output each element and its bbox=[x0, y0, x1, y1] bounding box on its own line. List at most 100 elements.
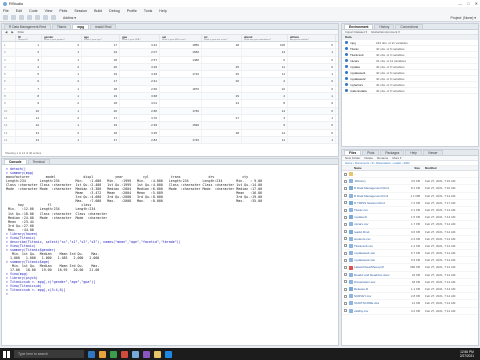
column-header[interactable]: age What is your age? bbox=[82, 35, 120, 41]
table-row[interactable]: 13 13 2 18 3.35 28 14 0 bbox=[2, 129, 338, 137]
dataset-icon[interactable] bbox=[345, 71, 348, 74]
taskbar-app-icon[interactable] bbox=[143, 350, 150, 358]
dataset-icon[interactable] bbox=[345, 53, 348, 56]
files-tab[interactable]: Help bbox=[405, 150, 422, 155]
file-row[interactable]: mydata.R 1.5 KB Feb 27, 2021, 7:14 AM bbox=[342, 214, 478, 222]
table-row[interactable]: 5 5 1 19 3.49 1710 26 11 1 bbox=[2, 71, 338, 79]
new-folder-button[interactable]: New Folder bbox=[345, 156, 360, 160]
column-header[interactable] bbox=[2, 35, 16, 41]
file-name-link[interactable]: mydataset2.sav bbox=[354, 257, 406, 263]
column-header[interactable]: sat What is your SAT score? bbox=[160, 35, 202, 41]
files-tab[interactable]: Files bbox=[344, 150, 362, 155]
taskbar-search-input[interactable]: Type here to search bbox=[14, 350, 84, 358]
table-row[interactable]: 10 10 1 20 2.86 1760 14 0 bbox=[2, 107, 338, 115]
files-tab[interactable]: Plots bbox=[362, 150, 380, 155]
table-row[interactable]: 14 14 1 17 2.84 1720 11 1 bbox=[2, 136, 338, 145]
file-name-link[interactable]: Titanicsub.csv bbox=[354, 243, 406, 249]
table-row[interactable]: 3 3 1 18 2.57 1480 0 0 bbox=[2, 56, 338, 64]
file-name-link[interactable]: mydataset1.sav bbox=[354, 250, 406, 256]
file-name-link[interactable]: R Data Management.html bbox=[354, 193, 406, 199]
file-name-link[interactable]: Titanic.csv bbox=[354, 207, 406, 213]
taskbar-app-icon[interactable] bbox=[99, 350, 106, 358]
file-row[interactable]: mtcars.csv 1.7 KB Feb 27, 2021, 7:14 AM bbox=[342, 221, 478, 229]
file-name-link[interactable]: validity.csv bbox=[354, 308, 406, 314]
table-row[interactable]: 9 9 2 18 3.01 24 8 0 bbox=[2, 100, 338, 108]
table-row[interactable]: 4 4 2 20 3.29 25 11 0 bbox=[2, 63, 338, 72]
menu-item-debug[interactable]: Debug bbox=[109, 9, 120, 13]
save-all-icon[interactable] bbox=[35, 15, 40, 20]
dataset-icon[interactable] bbox=[345, 83, 348, 86]
addins-menu[interactable]: Addins ▾ bbox=[63, 16, 76, 20]
project-menu[interactable]: Project: (None) ▾ bbox=[451, 16, 476, 20]
dataset-icon[interactable] bbox=[345, 89, 348, 92]
files-tab[interactable]: Packages bbox=[380, 150, 405, 155]
dataset-icon[interactable] bbox=[345, 77, 348, 80]
console-output[interactable]: > detach() > summary(mpg) manufacturer mod… bbox=[2, 165, 338, 299]
menu-item-code[interactable]: Code bbox=[29, 9, 38, 13]
column-header[interactable]: athlete Are you an athlete? bbox=[288, 35, 336, 41]
menu-item-session[interactable]: Session bbox=[74, 9, 87, 13]
console-tab[interactable]: Console bbox=[4, 159, 27, 164]
file-row[interactable]: Release.R 1.1 KB Feb 27, 2021, 7:14 AM bbox=[342, 286, 478, 294]
menu-item-build[interactable]: Build bbox=[94, 9, 102, 13]
minimize-button[interactable]: — bbox=[458, 1, 462, 6]
menu-item-file[interactable]: File bbox=[3, 9, 9, 13]
print-icon[interactable] bbox=[43, 15, 48, 20]
files-header-name[interactable]: Name bbox=[354, 166, 406, 170]
file-row[interactable]: students.csv 2.4 KB Feb 27, 2021, 7:14 AM bbox=[342, 236, 478, 243]
file-name-link[interactable]: Release.R bbox=[354, 286, 406, 292]
file-row[interactable]: .. bbox=[342, 171, 478, 179]
new-file-icon[interactable] bbox=[3, 15, 8, 20]
console-tab[interactable]: Terminal bbox=[27, 159, 50, 164]
file-row[interactable]: Dissertation.sav 18 KB Feb 27, 2021, 7:14 … bbox=[342, 279, 478, 286]
taskbar-app-icon[interactable] bbox=[154, 350, 161, 358]
rename-button[interactable]: Rename bbox=[377, 156, 388, 160]
menu-item-view[interactable]: View bbox=[45, 9, 53, 13]
taskbar-app-icon[interactable] bbox=[132, 350, 139, 358]
column-header[interactable]: attend What was your attendance? bbox=[242, 35, 288, 41]
source-tab[interactable]: Titanic bbox=[52, 24, 72, 29]
menu-item-plots[interactable]: Plots bbox=[59, 9, 67, 13]
taskbar-app-icon[interactable] bbox=[165, 350, 172, 358]
files-header-modified[interactable]: Modified bbox=[422, 166, 437, 170]
taskbar-clock[interactable]: 12:56 PM 2/27/2021 bbox=[460, 350, 474, 358]
menu-item-help[interactable]: Help bbox=[159, 9, 166, 13]
file-row[interactable]: Titanicsub.csv 1.2 KB Feb 27, 2021, 7:14 A… bbox=[342, 243, 478, 251]
file-row[interactable]: readxl.Rmd 3.6 KB Feb 27, 2021, 7:14 AM bbox=[342, 229, 478, 236]
environment-tab[interactable]: Connections bbox=[395, 24, 424, 29]
file-row[interactable]: Titanic.csv 2.1 KB Feb 27, 2021, 7:14 AM bbox=[342, 207, 478, 215]
file-row[interactable]: mydataset2.sav 6.9 KB Feb 27, 2021, 7:14 A… bbox=[342, 257, 478, 265]
table-row[interactable]: 7 7 1 18 2.66 1870 10 0 bbox=[2, 85, 338, 94]
file-name-link[interactable]: R TIMSS Session.Rmd bbox=[354, 200, 406, 206]
table-row[interactable]: 1 1 2 17 3.44 1850 28 105 0 bbox=[2, 42, 338, 50]
maximize-button[interactable]: □ bbox=[467, 1, 469, 6]
file-row[interactable]: R Data Management.Rmd 8.1 KB Feb 27, 2021,… bbox=[342, 185, 478, 193]
file-name-link[interactable]: Dissertation.sav bbox=[354, 279, 406, 285]
environment-tab[interactable]: Environment bbox=[344, 24, 374, 29]
global-environment-select[interactable]: Global Environment ▾ bbox=[371, 30, 400, 34]
column-header[interactable]: gender What is your gender? bbox=[42, 35, 82, 41]
open-project-icon[interactable] bbox=[11, 15, 16, 20]
files-header-size[interactable]: Size bbox=[406, 166, 422, 170]
file-name-link[interactable]: VANITSCORE.xlsx bbox=[354, 300, 406, 306]
environment-item[interactable]: rtudentsdata 40 obs. of 9 variables bbox=[342, 88, 478, 94]
forward-icon[interactable]: ▶ bbox=[11, 30, 13, 34]
file-row[interactable]: SURVEY.csv 2.8 KB Feb 27, 2021, 7:14 AM bbox=[342, 293, 478, 301]
close-button[interactable]: ✕ bbox=[475, 1, 478, 6]
table-row[interactable]: 2 2 1 19 2.07 1650 13 1 bbox=[2, 49, 338, 57]
more-button[interactable]: More ▾ bbox=[392, 156, 401, 160]
save-icon[interactable] bbox=[27, 15, 32, 20]
files-tab[interactable]: Viewer bbox=[422, 150, 443, 155]
file-name-link[interactable]: SURVEY.csv bbox=[354, 293, 406, 299]
menu-item-tools[interactable]: Tools bbox=[144, 9, 152, 13]
column-header[interactable]: gpa What is your GPA? bbox=[120, 35, 160, 41]
file-row[interactable]: Readxl and Readxlsx.docx 24 KB Feb 27, 202… bbox=[342, 272, 478, 279]
source-tab[interactable]: mpg bbox=[72, 24, 90, 29]
column-header[interactable]: ID Unique ID bbox=[16, 35, 42, 41]
file-row[interactable]: mydataset1.sav 6.7 KB Feb 27, 2021, 7:14 A… bbox=[342, 250, 478, 258]
file-name-link[interactable]: Readxl and Readxlsx.docx bbox=[354, 272, 406, 278]
windows-start-icon[interactable] bbox=[3, 350, 10, 358]
file-name-link[interactable]: students.csv bbox=[354, 236, 406, 242]
open-file-icon[interactable] bbox=[19, 15, 24, 20]
file-name-link[interactable]: R Data Management.Rmd bbox=[354, 185, 406, 191]
